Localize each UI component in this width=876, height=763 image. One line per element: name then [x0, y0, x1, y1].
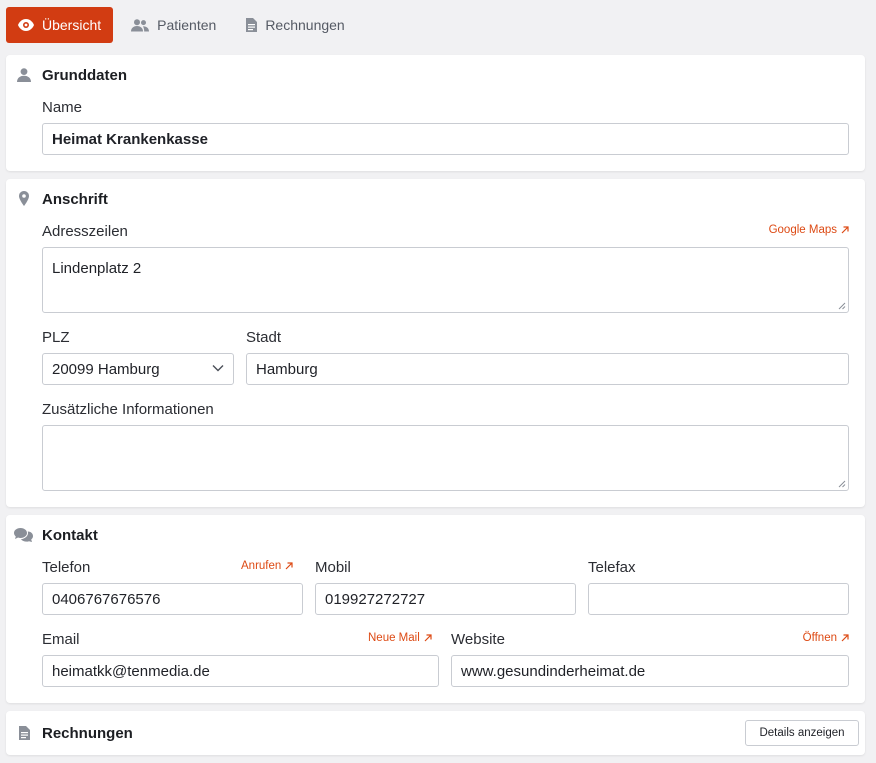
document-icon — [246, 18, 258, 32]
plz-select[interactable]: 20099 Hamburg — [42, 353, 234, 385]
user-icon — [17, 68, 31, 82]
oeffnen-link[interactable]: Öffnen — [803, 632, 849, 644]
google-maps-link[interactable]: Google Maps — [769, 224, 849, 236]
external-link-icon — [841, 226, 849, 234]
mobil-label: Mobil — [315, 559, 351, 576]
grunddaten-card: Grunddaten Name Heimat Krankenkasse — [6, 55, 865, 171]
section-title: Rechnungen — [42, 725, 133, 742]
stadt-label: Stadt — [246, 329, 282, 346]
external-link-icon — [285, 562, 293, 570]
stadt-field[interactable]: Hamburg — [246, 353, 849, 385]
telefax-label: Telefax — [588, 559, 636, 576]
section-title: Grunddaten — [42, 67, 127, 84]
anrufen-link[interactable]: Anrufen — [241, 560, 293, 572]
name-field[interactable]: Heimat Krankenkasse — [42, 123, 849, 155]
resize-handle-icon[interactable] — [838, 302, 846, 310]
telefon-field[interactable]: 0406767676576 — [42, 583, 303, 615]
chevron-down-icon — [212, 365, 224, 372]
telefax-field[interactable] — [588, 583, 849, 615]
tab-uebersicht[interactable]: Übersicht — [6, 7, 114, 43]
info-textarea[interactable] — [42, 425, 849, 491]
neue-mail-link[interactable]: Neue Mail — [368, 632, 432, 644]
address-textarea[interactable]: Lindenplatz 2 — [42, 247, 849, 313]
section-title: Kontakt — [42, 527, 98, 544]
eye-icon — [18, 19, 34, 31]
tab-bar: Übersicht Patienten Rechnungen — [6, 7, 363, 43]
website-field[interactable]: www.gesundinderheimat.de — [451, 655, 849, 687]
email-field[interactable]: heimatkk@tenmedia.de — [42, 655, 439, 687]
telefon-label: Telefon — [42, 559, 91, 576]
email-label: Email — [42, 631, 80, 648]
external-link-icon — [841, 634, 849, 642]
plz-label: PLZ — [42, 329, 70, 346]
document-icon — [19, 726, 30, 740]
tab-label: Patienten — [157, 17, 217, 33]
details-anzeigen-button[interactable]: Details anzeigen — [745, 720, 859, 746]
anschrift-card: Anschrift Adresszeilen Google Maps Linde… — [6, 179, 865, 507]
info-label: Zusätzliche Informationen — [42, 401, 214, 418]
chat-bubbles-icon — [14, 528, 33, 542]
tab-patienten[interactable]: Patienten — [119, 7, 228, 43]
tab-label: Rechnungen — [265, 17, 345, 33]
address-label: Adresszeilen — [42, 223, 128, 240]
tab-label: Übersicht — [42, 17, 102, 33]
website-label: Website — [451, 631, 505, 648]
section-title: Anschrift — [42, 191, 108, 208]
resize-handle-icon[interactable] — [838, 480, 846, 488]
rechnungen-card: Rechnungen Details anzeigen — [6, 711, 865, 755]
name-label: Name — [42, 99, 83, 116]
map-pin-icon — [19, 191, 29, 206]
users-icon — [131, 18, 150, 31]
external-link-icon — [424, 634, 432, 642]
kontakt-card: Kontakt Telefon Anrufen 0406767676576 Mo… — [6, 515, 865, 703]
tab-rechnungen[interactable]: Rechnungen — [234, 7, 356, 43]
mobil-field[interactable]: 019927272727 — [315, 583, 576, 615]
